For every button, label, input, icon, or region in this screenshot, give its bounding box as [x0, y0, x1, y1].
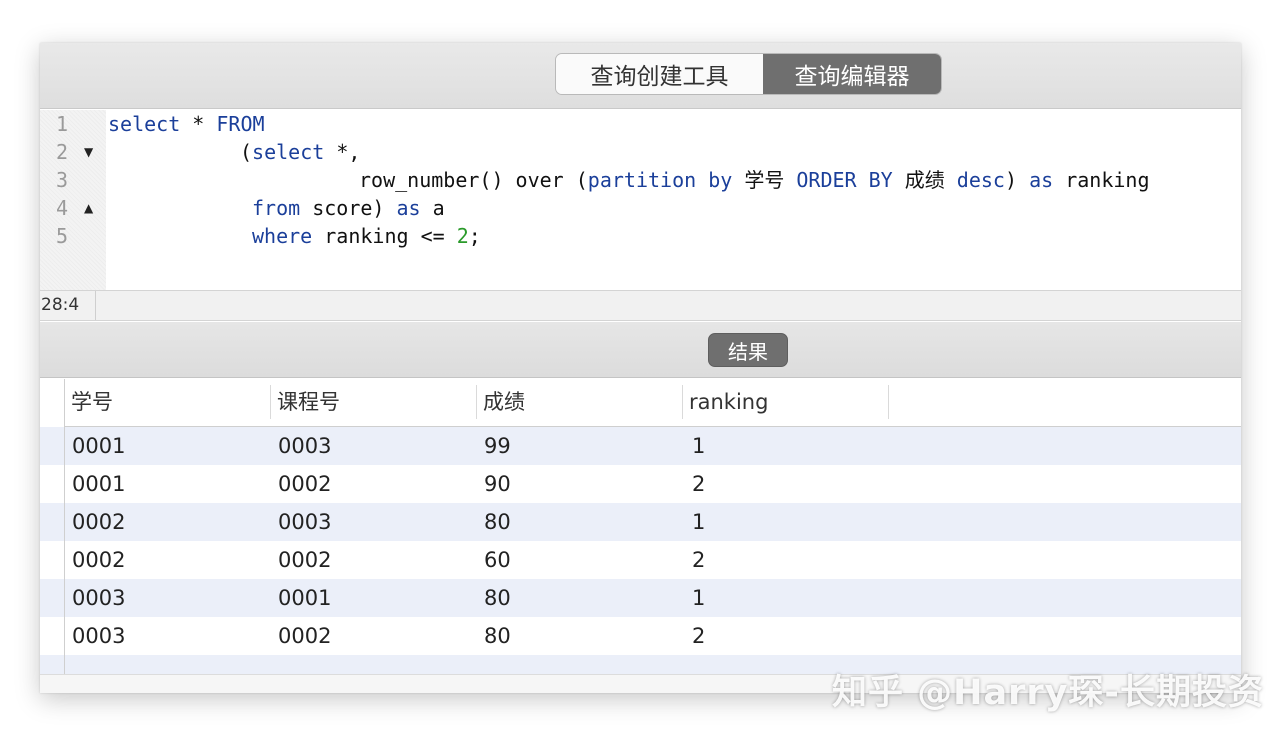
row-header-column: [40, 379, 65, 693]
code-line-1: select * FROM: [108, 110, 265, 138]
column-header-ranking[interactable]: ranking: [683, 385, 889, 419]
code-text: 学号: [732, 168, 797, 192]
cell: 99: [484, 434, 511, 458]
cell: 2: [692, 548, 706, 572]
column-header-student-id[interactable]: 学号: [65, 385, 271, 419]
cursor-position: 28:4: [40, 291, 96, 320]
code-text: ranking: [1053, 168, 1150, 192]
code-line-4: from score) as a: [252, 194, 445, 222]
tab-query-builder[interactable]: 查询创建工具: [556, 54, 763, 94]
cell: 60: [484, 548, 511, 572]
keyword: select: [252, 140, 325, 164]
table-row[interactable]: 0001 0003 99 1: [65, 427, 1241, 465]
table-header: 学号 课程号 成绩 ranking: [65, 379, 1241, 427]
editor-status-bar: 28:4: [40, 290, 1241, 321]
code-text: ranking <=: [312, 224, 457, 248]
keyword: FROM: [216, 112, 265, 136]
cell: 0002: [278, 472, 332, 496]
keyword: as: [1029, 168, 1054, 192]
code-text: *,: [324, 140, 361, 164]
line-number: 1: [55, 112, 68, 136]
cell: 0003: [72, 624, 126, 648]
keyword: from: [252, 196, 301, 220]
cell: 1: [692, 510, 706, 534]
code-text: 成绩: [892, 168, 957, 192]
cell: 0002: [278, 548, 332, 572]
cell: 90: [484, 472, 511, 496]
query-window: 查询创建工具 查询编辑器 1 2 3 4 5 ▼ ▲ select * FROM…: [40, 43, 1241, 693]
cell: 1: [692, 434, 706, 458]
line-number: 2: [55, 140, 68, 164]
cell: 0003: [72, 586, 126, 610]
cell: 80: [484, 624, 511, 648]
cell: 2: [692, 472, 706, 496]
code-line-3: row_number() over (partition by 学号 ORDER…: [359, 166, 1149, 194]
cell: 80: [484, 510, 511, 534]
line-number: 5: [55, 224, 68, 248]
row-header[interactable]: [40, 503, 64, 541]
code-text: *: [180, 112, 217, 136]
line-number: 4: [55, 196, 68, 220]
code-text: score): [300, 196, 397, 220]
result-grid: 学号 课程号 成绩 ranking 0001 0003 99 1 0001 00…: [40, 379, 1241, 693]
code-text: row_number() over (: [359, 168, 588, 192]
table-row[interactable]: 0003 0002 80 2: [65, 617, 1241, 655]
row-header[interactable]: [40, 579, 64, 617]
code-line-2: (select *,: [240, 138, 360, 166]
row-header[interactable]: [40, 427, 64, 465]
fold-up-icon[interactable]: ▲: [84, 194, 93, 222]
keyword: desc: [956, 168, 1005, 192]
cell: 0001: [72, 434, 126, 458]
cell: 0002: [278, 624, 332, 648]
result-bar: 结果: [40, 322, 1241, 378]
cell: 0003: [278, 434, 332, 458]
code-text: (: [240, 140, 253, 164]
toolbar: 查询创建工具 查询编辑器: [40, 43, 1241, 109]
cell: 80: [484, 586, 511, 610]
cell: 0001: [278, 586, 332, 610]
sql-editor[interactable]: 1 2 3 4 5 ▼ ▲ select * FROM (select *, r…: [40, 110, 1241, 290]
fold-down-icon[interactable]: ▼: [84, 138, 93, 166]
keyword: select: [108, 112, 181, 136]
cell: 2: [692, 624, 706, 648]
line-gutter: 1 2 3 4 5 ▼ ▲: [40, 110, 106, 290]
column-header-course-id[interactable]: 课程号: [271, 385, 477, 419]
cell: 1: [692, 586, 706, 610]
cell: 0002: [72, 548, 126, 572]
table-row[interactable]: 0002 0003 80 1: [65, 503, 1241, 541]
column-header-score[interactable]: 成绩: [477, 385, 683, 419]
cell: 0002: [72, 510, 126, 534]
line-number: 3: [55, 168, 68, 192]
cell: 0001: [72, 472, 126, 496]
keyword: partition by: [587, 168, 733, 192]
keyword: as: [396, 196, 421, 220]
table-row[interactable]: 0002 0002 60 2: [65, 541, 1241, 579]
result-tab[interactable]: 结果: [708, 333, 788, 367]
keyword: where: [252, 224, 313, 248]
code-text: ): [1004, 168, 1030, 192]
mode-segmented-control: 查询创建工具 查询编辑器: [555, 53, 942, 95]
table-row[interactable]: 0001 0002 90 2: [65, 465, 1241, 503]
tab-query-editor[interactable]: 查询编辑器: [763, 54, 941, 94]
table-row[interactable]: 0003 0001 80 1: [65, 579, 1241, 617]
row-header[interactable]: [40, 655, 64, 674]
watermark: 知乎 @Harry琛-长期投资: [832, 673, 1264, 713]
cell: 0003: [278, 510, 332, 534]
code-line-5: where ranking <= 2;: [252, 222, 481, 250]
code-text: a: [420, 196, 445, 220]
code-text: ;: [468, 224, 481, 248]
number-literal: 2: [456, 224, 469, 248]
keyword: ORDER BY: [796, 168, 893, 192]
